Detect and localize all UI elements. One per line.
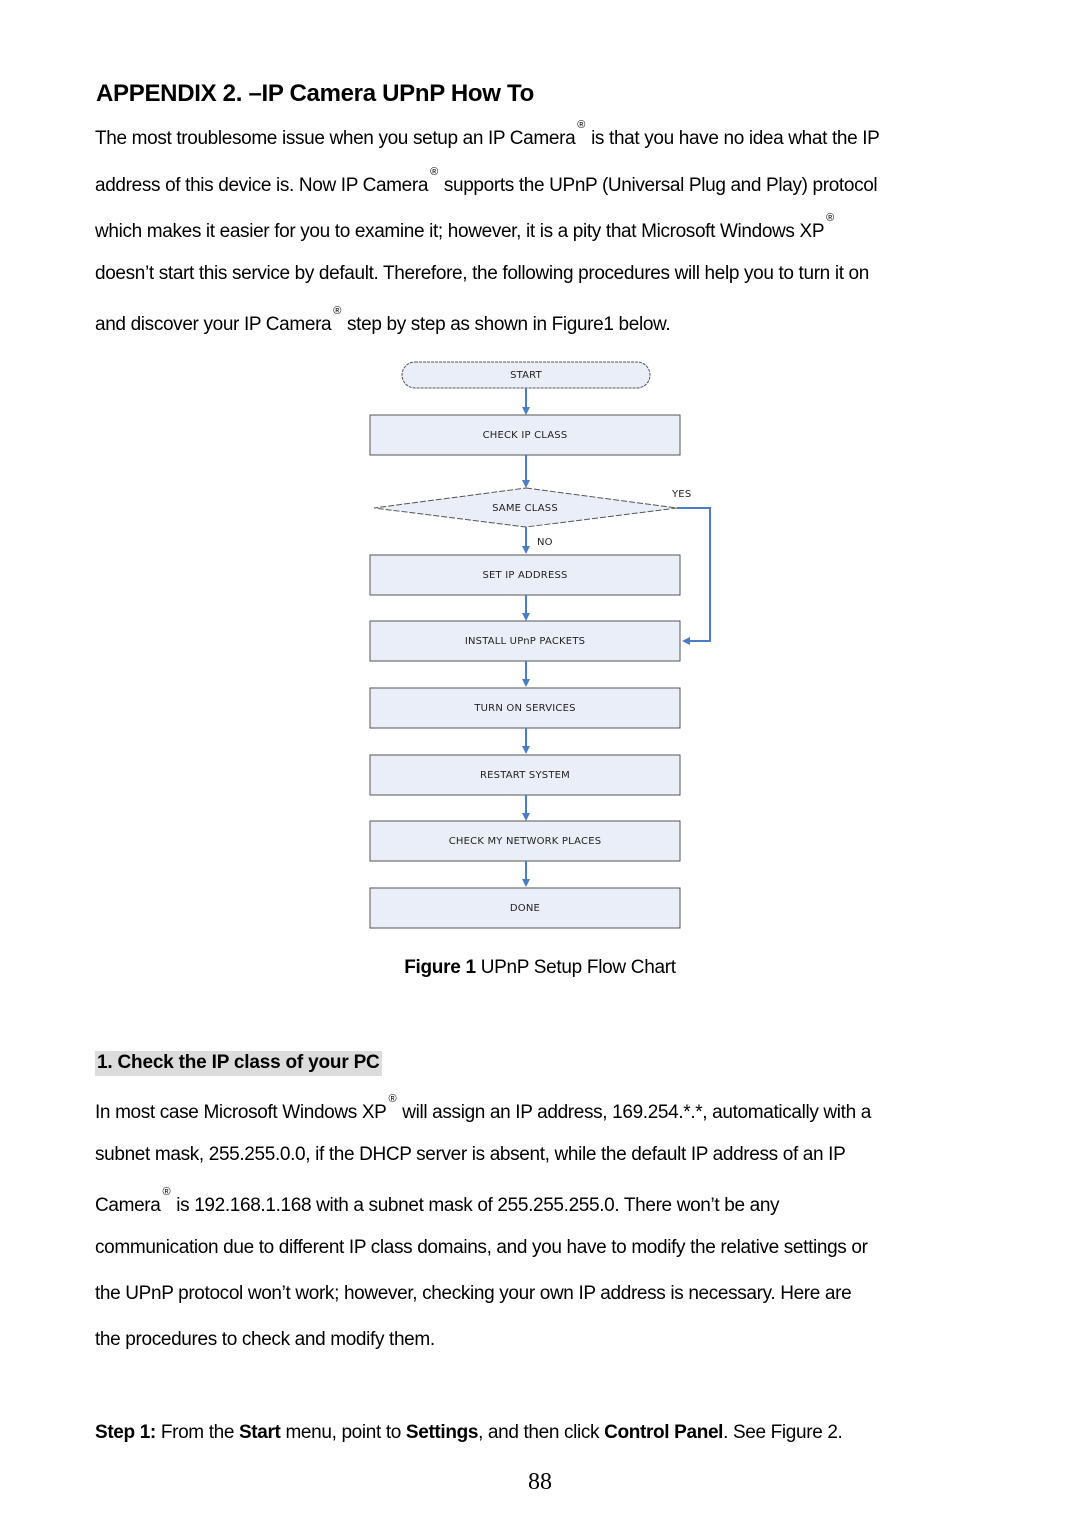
registered-mark: ®	[162, 1186, 171, 1198]
body-line-6: the procedures to check and modify them.	[95, 1329, 435, 1350]
intro-line-3: which makes it easier for you to examine…	[95, 212, 840, 243]
text: menu, point to	[280, 1422, 406, 1443]
flow-box-label: SET IP ADDRESS	[482, 570, 567, 581]
flow-yes-label: YES	[671, 489, 691, 500]
registered-mark: ®	[826, 212, 834, 224]
body-line-1: In most case Microsoft Windows XP® will a…	[95, 1093, 871, 1124]
flow-box-label: DONE	[510, 903, 540, 914]
ui-term-control-panel: Control Panel	[604, 1422, 724, 1443]
ui-term-settings: Settings	[405, 1422, 479, 1443]
body-line-3: Camera® is 192.168.1.168 with a subnet ma…	[95, 1186, 780, 1217]
text: is 192.168.1.168 with a subnet mask of 2…	[176, 1195, 780, 1216]
flow-box-label: CHECK MY NETWORK PLACES	[449, 836, 602, 847]
figure-title: UPnP Setup Flow Chart	[475, 957, 676, 978]
body-line-2: subnet mask, 255.255.0.0, if the DHCP se…	[95, 1144, 846, 1165]
body-line-4: communication due to different IP class …	[95, 1237, 868, 1258]
intro-line-5: and discover your IP Camera® step by step…	[95, 305, 671, 336]
flow-box-label: TURN ON SERVICES	[473, 703, 575, 714]
text: address of this device is. Now IP Camera	[95, 175, 429, 196]
text: is that you have no idea what the IP	[591, 128, 880, 149]
figure-label: Figure 1	[404, 957, 476, 978]
intro-line-1: The most troublesome issue when you setu…	[95, 119, 880, 150]
text: From the	[155, 1422, 239, 1443]
registered-mark: ®	[388, 1093, 397, 1105]
flow-box-label: CHECK IP CLASS	[483, 430, 568, 441]
flow-no-label: NO	[537, 537, 553, 548]
text: , and then click	[478, 1422, 605, 1443]
text: In most case Microsoft Windows XP	[95, 1102, 387, 1123]
flow-box-label: RESTART SYSTEM	[480, 770, 570, 781]
registered-mark: ®	[577, 119, 586, 131]
intro-line-2: address of this device is. Now IP Camera…	[95, 166, 878, 197]
body-line-5: the UPnP protocol won’t work; however, c…	[95, 1283, 852, 1304]
text: step by step as shown in Figure1 below.	[347, 314, 671, 335]
text: . See Figure 2.	[723, 1422, 843, 1443]
flow-start-label: START	[510, 370, 543, 381]
text: The most troublesome issue when you setu…	[95, 128, 576, 149]
registered-mark: ®	[430, 166, 438, 178]
text: will assign an IP address, 169.254.*.*, …	[402, 1102, 871, 1123]
registered-mark: ®	[333, 305, 342, 317]
text: which makes it easier for you to examine…	[95, 221, 825, 242]
flow-yes-branch-arrow	[677, 507, 711, 645]
upnp-flowchart: START CHECK IP CLASS SAME CLASS YES NO S…	[369, 361, 711, 929]
text: and discover your IP Camera	[95, 314, 332, 335]
flow-decision-label: SAME CLASS	[492, 503, 558, 514]
intro-line-4: doesn’t start this service by default. T…	[95, 263, 869, 284]
page-heading: APPENDIX 2. –IP Camera UPnP How To	[96, 80, 534, 107]
text: supports the UPnP (Universal Plug and Pl…	[443, 175, 878, 196]
page-number: 88	[528, 1469, 552, 1495]
ui-term-start: Start	[238, 1422, 281, 1443]
figure-caption: Figure 1 UPnP Setup Flow Chart	[0, 957, 1080, 979]
step-label: Step 1:	[95, 1422, 156, 1443]
text: Camera	[95, 1195, 161, 1216]
section-title: 1. Check the IP class of your PC	[95, 1051, 382, 1076]
flow-box-label: INSTALL UPnP PACKETS	[465, 636, 585, 647]
step-1: Step 1: From the Start menu, point to Se…	[95, 1422, 843, 1444]
